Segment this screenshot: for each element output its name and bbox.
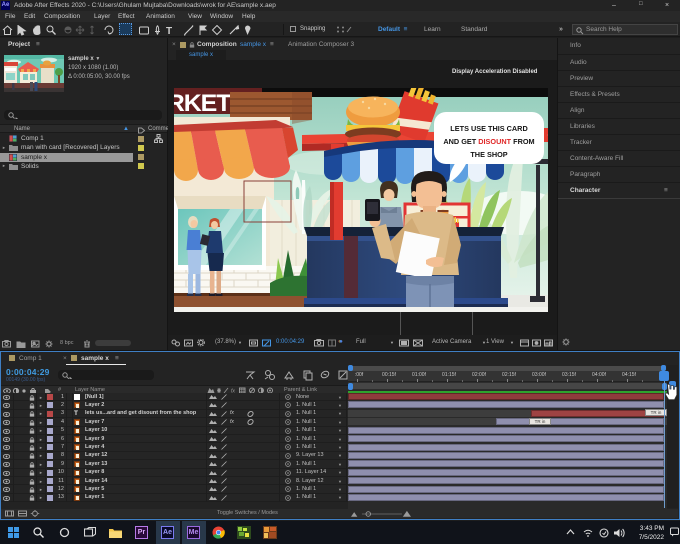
svg-text:LETS USE THIS CARD: LETS USE THIS CARD bbox=[450, 124, 527, 133]
svg-text:THE SHOP: THE SHOP bbox=[470, 150, 507, 159]
svg-text:RKET: RKET bbox=[174, 90, 232, 116]
svg-text:AND GET DISOUNT FROM: AND GET DISOUNT FROM bbox=[443, 137, 534, 146]
svg-text:T: T bbox=[166, 26, 172, 36]
